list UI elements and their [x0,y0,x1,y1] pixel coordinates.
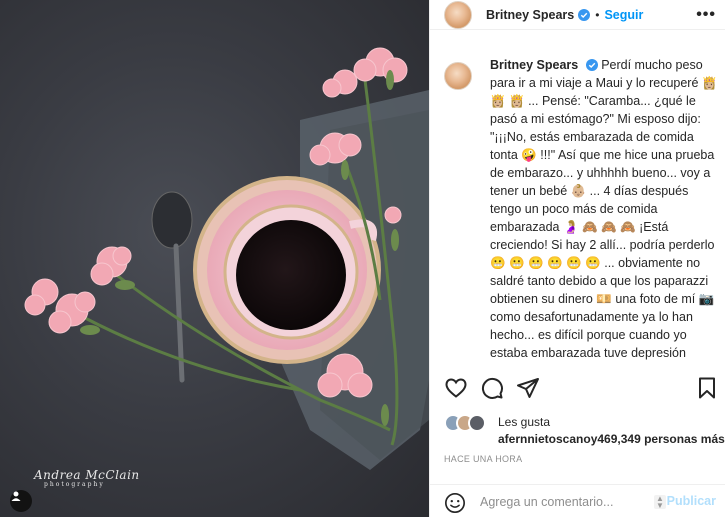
likes-detail: afernnietoscanoy469,349 personas más [498,432,725,446]
more-options-icon[interactable]: ••• [696,6,716,24]
share-icon[interactable] [516,376,540,400]
watermark-subtitle: photography [44,481,105,488]
verified-badge-icon [585,59,598,71]
caption-section: Britney Spears Perdí mucho peso para ir … [430,56,725,360]
avatar [468,414,486,432]
likes-label: Les gusta [498,415,551,429]
post-header: Britney Spears • Seguir ••• [430,0,725,30]
user-tag-button[interactable] [10,490,32,512]
caption-body: Perdí mucho peso para ir a mi viaje a Ma… [490,58,718,360]
photographer-watermark: Andrea McClain photography [34,468,140,488]
avatar[interactable] [444,0,472,29]
likes-count[interactable]: 469,349 personas más [597,432,724,446]
caption: Britney Spears Perdí mucho peso para ir … [490,56,725,360]
post-photo[interactable]: Andrea McClain photography [0,0,429,517]
post-timestamp[interactable]: HACE UNA HORA [444,454,522,464]
publish-button[interactable]: Publicar [667,494,716,508]
comment-bar: ▲▼ Publicar [430,484,725,517]
action-bar [430,374,725,402]
likes-summary: Les gusta afernnietoscanoy469,349 person… [444,414,725,448]
comment-input[interactable] [480,493,650,511]
emoji-icon[interactable] [444,492,466,514]
liker-username[interactable]: afernnietoscanoy [498,432,597,446]
liker-avatars[interactable] [444,414,494,432]
verified-badge-icon [578,8,591,21]
user-tag-icon [11,491,21,501]
separator-dot: • [595,7,600,22]
heart-icon[interactable] [444,376,468,400]
caption-username[interactable]: Britney Spears [490,58,578,72]
watermark-name: Andrea McClain [34,468,140,482]
post-detail-panel: Britney Spears • Seguir ••• Britney Spea… [429,0,725,517]
follow-button[interactable]: Seguir [604,8,643,22]
bookmark-icon[interactable] [695,376,719,400]
author-username[interactable]: Britney Spears [486,8,574,22]
coffee-flowers-illustration [24,47,429,470]
caption-avatar[interactable] [444,62,472,90]
comment-icon[interactable] [480,376,504,400]
scroll-arrows-icon[interactable]: ▲ ▼ [654,495,666,510]
